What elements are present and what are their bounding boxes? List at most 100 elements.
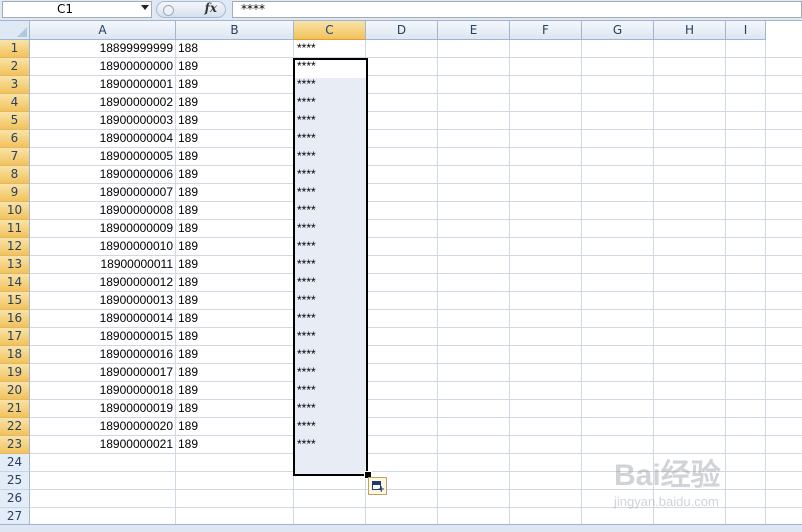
cell-b-15[interactable]: 189 xyxy=(176,292,293,309)
cell-a-10[interactable]: 18900000008 xyxy=(30,202,175,219)
cell-c-18[interactable]: **** xyxy=(294,346,366,363)
cell-b-22[interactable]: 189 xyxy=(176,418,293,435)
cell-a-25[interactable] xyxy=(30,472,175,489)
cell-c-21[interactable]: **** xyxy=(294,400,366,417)
cell-b-20[interactable]: 189 xyxy=(176,382,293,399)
row-header[interactable]: 16 xyxy=(0,310,30,328)
row-header[interactable]: 2 xyxy=(0,58,30,76)
resize-handle-icon[interactable] xyxy=(163,5,174,16)
row-header[interactable]: 19 xyxy=(0,364,30,382)
row-header[interactable]: 13 xyxy=(0,256,30,274)
cell-b-19[interactable]: 189 xyxy=(176,364,293,381)
cell-b-16[interactable]: 189 xyxy=(176,310,293,327)
auto-fill-options-icon[interactable]: + xyxy=(368,477,387,495)
cell-c-12[interactable]: **** xyxy=(294,238,366,255)
cell-c-23[interactable]: **** xyxy=(294,436,366,453)
cell-c-2[interactable]: **** xyxy=(294,58,366,75)
cell-a-22[interactable]: 18900000020 xyxy=(30,418,175,435)
row-header[interactable]: 7 xyxy=(0,148,30,166)
cell-c-10[interactable]: **** xyxy=(294,202,366,219)
cell-c-26[interactable] xyxy=(294,490,366,507)
cell-c-6[interactable]: **** xyxy=(294,130,366,147)
row-header[interactable]: 9 xyxy=(0,184,30,202)
cell-b-26[interactable] xyxy=(176,490,293,507)
cell-a-20[interactable]: 18900000018 xyxy=(30,382,175,399)
cell-a-7[interactable]: 18900000005 xyxy=(30,148,175,165)
cell-c-9[interactable]: **** xyxy=(294,184,366,201)
cell-a-9[interactable]: 18900000007 xyxy=(30,184,175,201)
cell-b-1[interactable]: 188 xyxy=(176,40,293,57)
cell-c-15[interactable]: **** xyxy=(294,292,366,309)
cell-a-2[interactable]: 18900000000 xyxy=(30,58,175,75)
cell-a-13[interactable]: 18900000011 xyxy=(30,256,175,273)
cell-b-7[interactable]: 189 xyxy=(176,148,293,165)
row-header[interactable]: 18 xyxy=(0,346,30,364)
cell-a-24[interactable] xyxy=(30,454,175,471)
cell-a-1[interactable]: 18899999999 xyxy=(30,40,175,57)
cell-c-17[interactable]: **** xyxy=(294,328,366,345)
cell-c-1[interactable]: **** xyxy=(294,40,366,57)
row-header[interactable]: 8 xyxy=(0,166,30,184)
select-all-corner[interactable] xyxy=(0,21,30,40)
name-box[interactable]: C1 xyxy=(2,1,152,18)
cell-b-21[interactable]: 189 xyxy=(176,400,293,417)
row-header[interactable]: 21 xyxy=(0,400,30,418)
cell-a-14[interactable]: 18900000012 xyxy=(30,274,175,291)
cell-c-22[interactable]: **** xyxy=(294,418,366,435)
cell-c-11[interactable]: **** xyxy=(294,220,366,237)
cell-c-8[interactable]: **** xyxy=(294,166,366,183)
cell-a-4[interactable]: 18900000002 xyxy=(30,94,175,111)
cell-b-14[interactable]: 189 xyxy=(176,274,293,291)
cell-b-9[interactable]: 189 xyxy=(176,184,293,201)
column-header-h[interactable]: H xyxy=(654,21,726,40)
cell-a-17[interactable]: 18900000015 xyxy=(30,328,175,345)
column-header-c[interactable]: C xyxy=(294,21,366,40)
column-header-b[interactable]: B xyxy=(176,21,294,40)
cell-c-14[interactable]: **** xyxy=(294,274,366,291)
column-header-i[interactable]: I xyxy=(726,21,766,40)
cell-c-20[interactable]: **** xyxy=(294,382,366,399)
cell-c-3[interactable]: **** xyxy=(294,76,366,93)
cell-b-13[interactable]: 189 xyxy=(176,256,293,273)
column-header-g[interactable]: G xyxy=(582,21,654,40)
row-header[interactable]: 3 xyxy=(0,76,30,94)
row-header[interactable]: 22 xyxy=(0,418,30,436)
row-header[interactable]: 23 xyxy=(0,436,30,454)
cell-a-16[interactable]: 18900000014 xyxy=(30,310,175,327)
cell-b-5[interactable]: 189 xyxy=(176,112,293,129)
cell-b-24[interactable] xyxy=(176,454,293,471)
cell-a-27[interactable] xyxy=(30,508,175,525)
cell-a-18[interactable]: 18900000016 xyxy=(30,346,175,363)
cell-b-2[interactable]: 189 xyxy=(176,58,293,75)
cell-b-23[interactable]: 189 xyxy=(176,436,293,453)
row-header[interactable]: 12 xyxy=(0,238,30,256)
row-header[interactable]: 4 xyxy=(0,94,30,112)
cell-c-4[interactable]: **** xyxy=(294,94,366,111)
row-header[interactable]: 15 xyxy=(0,292,30,310)
row-header[interactable]: 6 xyxy=(0,130,30,148)
cell-a-11[interactable]: 18900000009 xyxy=(30,220,175,237)
cell-a-23[interactable]: 18900000021 xyxy=(30,436,175,453)
chevron-down-icon[interactable] xyxy=(141,5,149,10)
row-header[interactable]: 14 xyxy=(0,274,30,292)
column-header-d[interactable]: D xyxy=(366,21,438,40)
cell-c-19[interactable]: **** xyxy=(294,364,366,381)
cell-c-13[interactable]: **** xyxy=(294,256,366,273)
cell-b-25[interactable] xyxy=(176,472,293,489)
column-header-f[interactable]: F xyxy=(510,21,582,40)
cell-b-3[interactable]: 189 xyxy=(176,76,293,93)
cell-b-11[interactable]: 189 xyxy=(176,220,293,237)
cell-a-15[interactable]: 18900000013 xyxy=(30,292,175,309)
formula-input[interactable]: **** xyxy=(232,1,802,18)
row-header[interactable]: 20 xyxy=(0,382,30,400)
row-header[interactable]: 11 xyxy=(0,220,30,238)
cell-c-24[interactable] xyxy=(294,454,366,471)
cell-c-16[interactable]: **** xyxy=(294,310,366,327)
cell-a-19[interactable]: 18900000017 xyxy=(30,364,175,381)
cell-a-5[interactable]: 18900000003 xyxy=(30,112,175,129)
row-header[interactable]: 24 xyxy=(0,454,30,472)
cell-a-8[interactable]: 18900000006 xyxy=(30,166,175,183)
cell-a-21[interactable]: 18900000019 xyxy=(30,400,175,417)
cell-c-27[interactable] xyxy=(294,508,366,525)
cell-b-17[interactable]: 189 xyxy=(176,328,293,345)
